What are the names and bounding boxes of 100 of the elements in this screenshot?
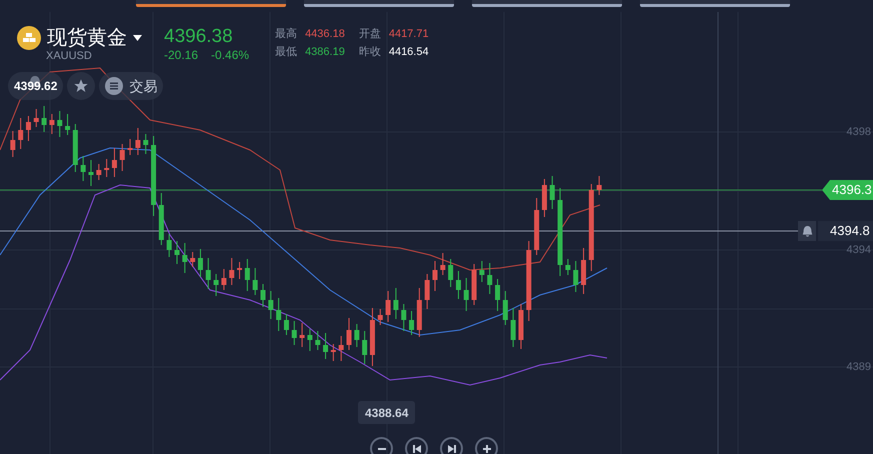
price-axis-label: 4398 xyxy=(846,125,871,140)
candlestick xyxy=(432,260,438,292)
candlestick xyxy=(34,108,39,128)
candlestick xyxy=(542,178,547,218)
stat-label: 昨收 xyxy=(358,46,381,59)
candlestick xyxy=(26,116,31,142)
candlestick xyxy=(104,158,110,178)
candlestick xyxy=(550,176,555,210)
last-price: 4396.38 xyxy=(164,26,234,48)
stat-value: 4417.71 xyxy=(388,28,429,41)
candlestick xyxy=(292,320,297,346)
candlestick xyxy=(65,114,70,136)
candlestick xyxy=(96,164,102,180)
candlestick xyxy=(346,318,352,350)
alert-price-button[interactable]: 4399.62 xyxy=(8,72,64,100)
candlestick xyxy=(18,118,24,150)
candlestick xyxy=(49,114,54,134)
tab[interactable] xyxy=(304,0,454,7)
price-change: -20.16 xyxy=(164,48,198,62)
candlestick xyxy=(534,198,540,256)
scroll-end-button[interactable] xyxy=(440,437,463,454)
price-axis-label: 4394 xyxy=(846,243,871,258)
candlestick xyxy=(502,290,508,326)
candlestick xyxy=(300,322,305,348)
candlestick xyxy=(330,344,336,362)
candlestick xyxy=(214,274,219,296)
candlestick xyxy=(237,262,242,280)
candlestick xyxy=(206,258,211,290)
candlestick xyxy=(424,274,430,310)
tab[interactable] xyxy=(640,0,790,7)
skip-forward-icon xyxy=(446,444,456,454)
tab[interactable] xyxy=(136,0,286,7)
candlestick xyxy=(276,298,282,332)
candlestick xyxy=(120,144,125,172)
candlestick xyxy=(487,262,492,294)
zoom-out-button[interactable] xyxy=(370,437,393,454)
candlestick xyxy=(10,130,16,158)
stat-label: 开盘 xyxy=(358,28,381,41)
candlestick xyxy=(565,258,570,276)
candlestick xyxy=(315,330,320,350)
stat-value: 4386.19 xyxy=(305,46,345,59)
candlestick xyxy=(323,332,328,360)
candlestick xyxy=(128,138,133,156)
candlestick xyxy=(401,304,406,332)
zoom-in-button[interactable] xyxy=(475,437,498,454)
low-price-marker: 4388.64 xyxy=(358,401,416,424)
candlestick xyxy=(479,260,484,282)
candlestick xyxy=(409,310,414,336)
caret-icon xyxy=(133,35,142,41)
candlestick xyxy=(221,268,226,290)
candlestick xyxy=(596,176,602,196)
candlestick xyxy=(80,156,86,182)
candlestick xyxy=(268,290,274,320)
stat-label: 最低 xyxy=(275,46,298,59)
candlestick xyxy=(495,278,500,312)
tab[interactable] xyxy=(472,0,622,7)
candlestick xyxy=(307,328,312,352)
candlestick xyxy=(464,278,469,312)
skip-back-icon xyxy=(412,444,422,454)
candlestick xyxy=(88,160,94,186)
alert-bell-button[interactable] xyxy=(798,221,816,241)
candlestick xyxy=(244,258,250,292)
symbol-code: XAUUSD xyxy=(46,50,93,62)
candlestick xyxy=(143,134,148,154)
alert-price-tag: 4394.8 xyxy=(818,221,873,241)
stat-label: 最高 xyxy=(275,28,298,41)
favorite-button[interactable] xyxy=(67,72,96,100)
star-icon xyxy=(73,78,90,94)
plus-icon xyxy=(482,444,492,454)
candlestick xyxy=(284,314,289,336)
candlestick xyxy=(386,290,391,322)
candlestick xyxy=(42,106,47,132)
candlestick xyxy=(260,284,266,308)
candlestick xyxy=(112,148,117,178)
candlestick xyxy=(573,260,578,292)
percent-change: -0.46% xyxy=(211,48,250,62)
scroll-start-button[interactable] xyxy=(405,437,428,454)
candlestick xyxy=(135,128,140,156)
trade-button[interactable]: 交易 xyxy=(99,72,164,100)
list-icon xyxy=(105,77,124,95)
candlestick xyxy=(518,304,524,350)
candlestick xyxy=(581,248,586,294)
candlestick xyxy=(338,336,344,362)
candlestick xyxy=(166,234,172,258)
candlestick xyxy=(252,268,258,296)
candlestick xyxy=(182,242,188,274)
candlestick xyxy=(190,252,196,268)
candlestick xyxy=(393,288,398,320)
candlestick xyxy=(440,252,446,276)
candlestick xyxy=(158,192,164,246)
coin-icon xyxy=(17,26,41,50)
instrument-selector[interactable]: 现货黄金 xyxy=(47,26,142,50)
candlestick xyxy=(510,308,516,348)
price-axis-label: 4389 xyxy=(846,360,871,375)
candlestick xyxy=(174,240,180,264)
bell-icon xyxy=(802,224,812,238)
candlestick xyxy=(456,270,461,300)
candlestick xyxy=(416,288,422,338)
current-price-tag: 4396.3 xyxy=(822,180,873,200)
candlestick xyxy=(378,308,383,326)
